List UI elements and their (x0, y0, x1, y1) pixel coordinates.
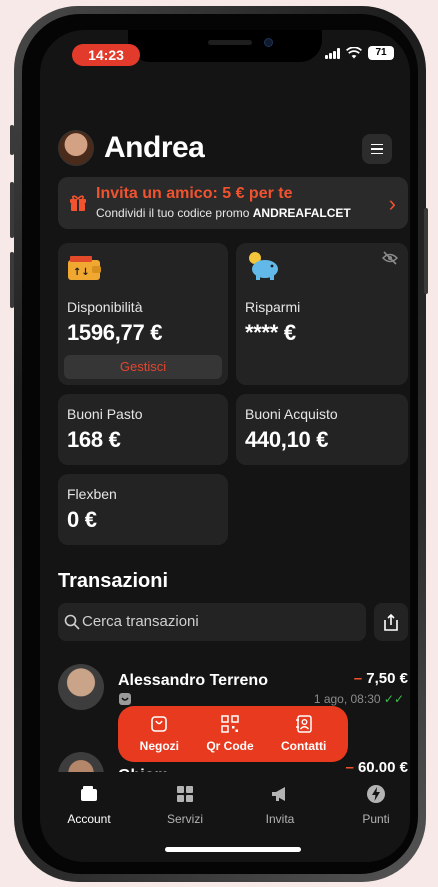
qr-code-icon (221, 715, 239, 733)
negozi-label: Negozi (139, 739, 179, 753)
transaction-amount: – 7,50 € (353, 670, 408, 687)
invite-banner[interactable]: Invita un amico: 5 € per te Condividi il… (58, 177, 408, 229)
megaphone-icon (272, 787, 285, 801)
card-risparmi[interactable]: Risparmi **** € (236, 243, 408, 385)
card-disponibilita[interactable]: ↑↓ Disponibilità 1596,77 € Gestisci (58, 243, 228, 385)
export-button[interactable] (374, 603, 408, 641)
contatti-label: Contatti (281, 739, 327, 753)
transactions-title: Transazioni (58, 570, 169, 592)
qr-code-label: Qr Code (206, 739, 254, 753)
buoni-acquisto-value: 440,10 € (245, 427, 329, 452)
tab-bar: Account Servizi Invita Punti (40, 772, 410, 862)
chevron-right-icon: › (388, 191, 396, 216)
invite-subtitle: Condividi il tuo codice promo ANDREAFALC… (96, 206, 351, 220)
search-input[interactable]: Cerca transazioni (58, 603, 366, 641)
transaction-avatar (58, 664, 104, 710)
transaction-date: 1 ago, 08:30 ✓✓ (313, 692, 404, 706)
tab-invita-label: Invita (265, 812, 295, 826)
qr-code-button[interactable]: Qr Code (206, 715, 254, 753)
transaction-name: Alessandro Terreno (118, 672, 268, 689)
invite-title: Invita un amico: 5 € per te (96, 185, 293, 202)
quick-actions-bar: Negozi Qr Code Contatti (118, 706, 348, 762)
tab-invita[interactable]: Invita (240, 784, 320, 826)
lightning-icon (367, 785, 385, 803)
risparmi-value: **** € (245, 320, 296, 345)
header: Andrea (58, 130, 205, 166)
avatar[interactable] (58, 130, 94, 166)
mute-switch (10, 125, 14, 155)
speaker (208, 40, 252, 45)
wallet-icon: ↑↓ (68, 256, 101, 280)
shopping-bag-icon (119, 693, 131, 705)
negozi-button[interactable]: Negozi (140, 715, 179, 753)
buoni-pasto-value: 168 € (67, 427, 121, 452)
battery-icon: 71 (368, 46, 394, 60)
svg-text:↑↓: ↑↓ (73, 267, 90, 278)
disponibilita-value: 1596,77 € (67, 320, 163, 345)
tab-punti-label: Punti (362, 812, 390, 826)
wifi-icon (346, 47, 362, 59)
disponibilita-label: Disponibilità (67, 299, 143, 315)
menu-button[interactable] (362, 134, 392, 164)
tab-account-label: Account (67, 812, 111, 826)
gestisci-button[interactable]: Gestisci (64, 355, 222, 379)
user-name: Andrea (104, 131, 205, 164)
card-flexben[interactable]: Flexben 0 € (58, 474, 228, 545)
wallet-icon (81, 786, 97, 801)
export-icon (384, 613, 398, 631)
gift-icon (70, 195, 86, 211)
double-check-icon: ✓✓ (383, 692, 404, 706)
eye-off-icon[interactable] (382, 251, 398, 265)
tab-servizi[interactable]: Servizi (145, 784, 225, 826)
card-buoni-pasto[interactable]: Buoni Pasto 168 € (58, 394, 228, 465)
status-icons: 71 (325, 46, 394, 60)
shopping-bag-icon (151, 716, 168, 732)
contacts-icon (295, 715, 312, 733)
flexben-label: Flexben (67, 486, 117, 502)
search-placeholder: Cerca transazioni (82, 613, 199, 630)
status-time: 14:23 (72, 44, 140, 66)
flexben-value: 0 € (67, 507, 97, 532)
tab-servizi-label: Servizi (166, 812, 203, 826)
tab-account[interactable]: Account (49, 784, 129, 826)
piggy-bank-icon (249, 252, 278, 280)
volume-up-button (10, 182, 14, 238)
home-indicator (165, 847, 301, 852)
risparmi-label: Risparmi (245, 299, 301, 315)
promo-code: ANDREAFALCET (252, 206, 351, 220)
grid-icon (177, 786, 193, 802)
app-screen: 14:23 71 Andrea Invita un amico: 5 € per… (40, 30, 410, 862)
notch (128, 30, 322, 62)
camera (264, 38, 273, 47)
signal-icon (325, 47, 340, 59)
search-icon (64, 614, 80, 630)
buoni-pasto-label: Buoni Pasto (67, 406, 143, 422)
card-buoni-acquisto[interactable]: Buoni Acquisto 440,10 € (236, 394, 408, 465)
buoni-acquisto-label: Buoni Acquisto (245, 406, 338, 422)
power-button (424, 208, 428, 294)
contatti-button[interactable]: Contatti (281, 715, 326, 753)
tab-punti[interactable]: Punti (336, 784, 410, 826)
volume-down-button (10, 252, 14, 308)
